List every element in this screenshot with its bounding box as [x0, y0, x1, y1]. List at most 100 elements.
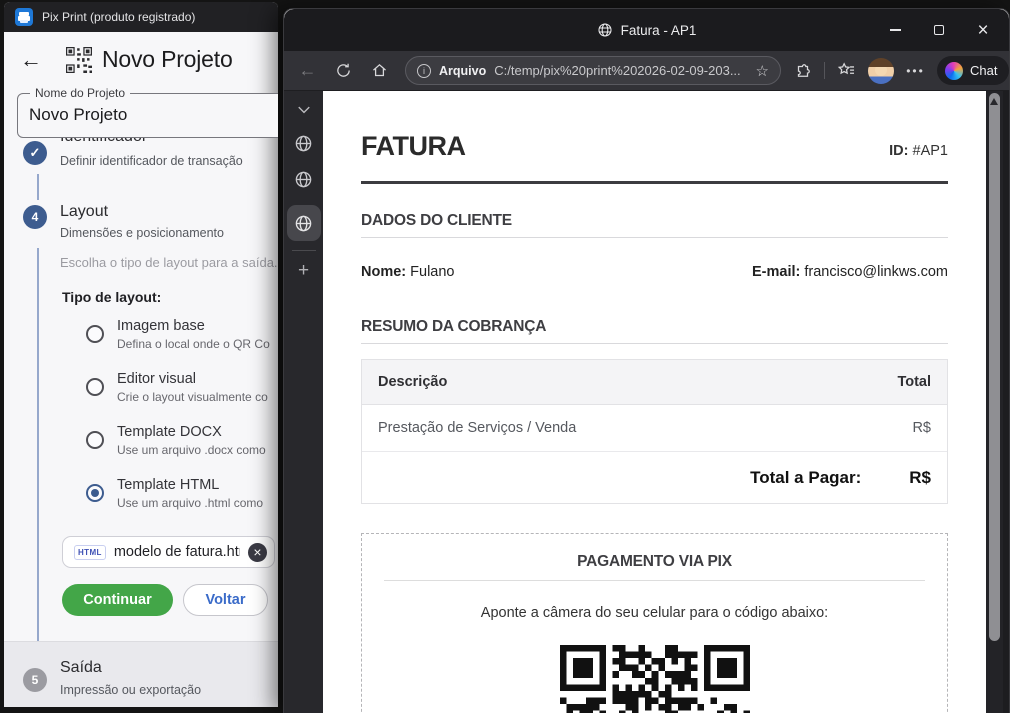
project-name-value: Novo Projeto [29, 105, 127, 125]
browser-tab-active[interactable] [287, 205, 321, 241]
protocol-label: Arquivo [439, 64, 486, 78]
client-name-label: Nome: [361, 264, 406, 280]
option-title: Editor visual [117, 371, 268, 387]
row-total: R$ [912, 420, 931, 436]
option-editor-visual[interactable]: Editor visual Crie o layout visualmente … [86, 371, 278, 404]
browser-tab-2[interactable] [294, 169, 314, 189]
selected-file-chip: HTML modelo de fatura.html [62, 536, 275, 568]
header-rule [361, 181, 948, 184]
step-identificador-check-badge [23, 141, 47, 165]
client-email-label: E-mail: [752, 264, 800, 280]
step-saida-badge: 5 [23, 668, 47, 692]
pix-print-window-title: Pix Print (produto registrado) [42, 10, 195, 24]
option-template-docx[interactable]: Template DOCX Use um arquivo .docx como [86, 424, 278, 457]
step-layout-title: Layout [60, 203, 108, 221]
copilot-icon [945, 62, 963, 80]
invoice-id-label: ID: [889, 143, 908, 159]
tabstrip-divider [292, 250, 316, 251]
selected-file-name: modelo de fatura.html [114, 544, 240, 560]
table-header-row: Descrição Total [362, 360, 947, 405]
extensions-icon[interactable] [788, 56, 817, 85]
invoice-page: FATURA ID: #AP1 DADOS DO CLIENTE Nome: F… [323, 91, 986, 713]
row-description: Prestação de Serviços / Venda [378, 420, 576, 436]
scroll-up-arrow-icon[interactable] [990, 98, 998, 105]
pix-payment-box: PAGAMENTO VIA PIX Aponte a câmera do seu… [361, 533, 948, 713]
page-info-icon[interactable] [417, 64, 431, 78]
table-total-row: Total a Pagar: R$ [362, 452, 947, 503]
settings-menu-icon[interactable] [901, 56, 930, 85]
radio-option-3[interactable] [86, 484, 104, 502]
pix-caption: Aponte a câmera do seu celular para o có… [362, 605, 947, 621]
option-desc: Crie o layout visualmente co [117, 390, 268, 404]
radio-option-2[interactable] [86, 431, 104, 449]
url-text: C:/temp/pix%20print%202026-02-09-203... [494, 63, 747, 78]
step-saida-section: 5 Saída Impressão ou exportação [4, 641, 278, 707]
scrollbar-thumb[interactable] [989, 93, 1000, 641]
new-tab-icon[interactable] [298, 261, 309, 280]
summary-section-heading: RESUMO DA COBRANÇA [361, 318, 948, 344]
back-button[interactable]: Voltar [183, 584, 268, 616]
pix-print-titlebar: Pix Print (produto registrado) [4, 2, 278, 32]
browser-back-icon[interactable]: ← [293, 56, 322, 85]
browser-window-title: Fatura - AP1 [621, 23, 697, 38]
client-email: E-mail: francisco@linkws.com [752, 264, 948, 280]
client-email-value: francisco@linkws.com [804, 264, 948, 280]
option-title: Imagem base [117, 318, 270, 334]
project-name-field[interactable]: Nome do Projeto Novo Projeto [17, 93, 278, 138]
step-identificador-desc: Definir identificador de transação [60, 154, 243, 168]
refresh-icon[interactable] [329, 56, 358, 85]
copilot-chat-button[interactable]: Chat [937, 56, 1009, 85]
total-label: Total a Pagar: [750, 468, 861, 488]
client-name-value: Fulano [410, 264, 454, 280]
option-desc: Defina o local onde o QR Co [117, 337, 270, 351]
step-saida-title: Saída [60, 659, 102, 677]
option-desc: Use um arquivo .html como [117, 496, 263, 510]
option-template-html[interactable]: Template HTML Use um arquivo .html como [86, 477, 278, 510]
collapse-tabs-chevron-icon[interactable] [297, 105, 311, 115]
page-scrollbar[interactable] [986, 91, 1003, 713]
project-name-label: Nome do Projeto [30, 86, 130, 100]
minimize-button[interactable] [873, 9, 917, 51]
printer-app-icon [15, 8, 33, 26]
page-title: Novo Projeto [102, 46, 233, 73]
pix-heading-rule [384, 580, 925, 581]
radio-option-0[interactable] [86, 325, 104, 343]
back-arrow-icon[interactable] [20, 49, 44, 71]
option-title: Template DOCX [117, 424, 266, 440]
radio-option-1[interactable] [86, 378, 104, 396]
close-button[interactable] [961, 9, 1005, 51]
step-connector [37, 174, 39, 200]
layout-type-label: Tipo de layout: [62, 289, 161, 305]
col-total: Total [897, 374, 931, 390]
favorite-star-icon[interactable] [756, 62, 769, 80]
favorites-hub-icon[interactable] [832, 56, 861, 85]
option-imagem-base[interactable]: Imagem base Defina o local onde o QR Co [86, 318, 278, 351]
screen: Pix Print (produto registrado) Novo Proj… [0, 0, 1010, 713]
vertical-tab-strip [284, 91, 323, 713]
qr-logo-icon [66, 47, 92, 73]
invoice-id: ID: #AP1 [889, 143, 948, 162]
profile-avatar[interactable] [868, 58, 894, 84]
browser-window: Fatura - AP1 ← Arquivo [283, 8, 1010, 713]
option-desc: Use um arquivo .docx como [117, 443, 266, 457]
globe-tab-icon [597, 22, 613, 38]
pix-section-heading: PAGAMENTO VIA PIX [362, 553, 947, 571]
continue-button[interactable]: Continuar [62, 584, 173, 616]
step-layout-desc: Dimensões e posicionamento [60, 226, 224, 240]
step-saida-desc: Impressão ou exportação [60, 683, 201, 697]
client-section-heading: DADOS DO CLIENTE [361, 212, 948, 238]
maximize-button[interactable] [917, 9, 961, 51]
browser-titlebar: Fatura - AP1 [284, 9, 1009, 51]
option-title: Template HTML [117, 477, 263, 493]
home-icon[interactable] [365, 56, 394, 85]
invoice-id-value: #AP1 [913, 143, 948, 159]
browser-tab-1[interactable] [294, 133, 314, 153]
address-bar[interactable]: Arquivo C:/temp/pix%20print%202026-02-09… [405, 56, 781, 85]
browser-right-edge [1003, 91, 1009, 713]
pix-print-window: Pix Print (produto registrado) Novo Proj… [4, 2, 278, 707]
pix-qr-code [560, 645, 750, 713]
step-connector [37, 248, 39, 652]
charges-table: Descrição Total Prestação de Serviços / … [361, 359, 948, 504]
remove-file-icon[interactable] [248, 543, 267, 562]
browser-toolbar: ← Arquivo C:/temp/pix%20print%202026-02-… [284, 51, 1009, 91]
